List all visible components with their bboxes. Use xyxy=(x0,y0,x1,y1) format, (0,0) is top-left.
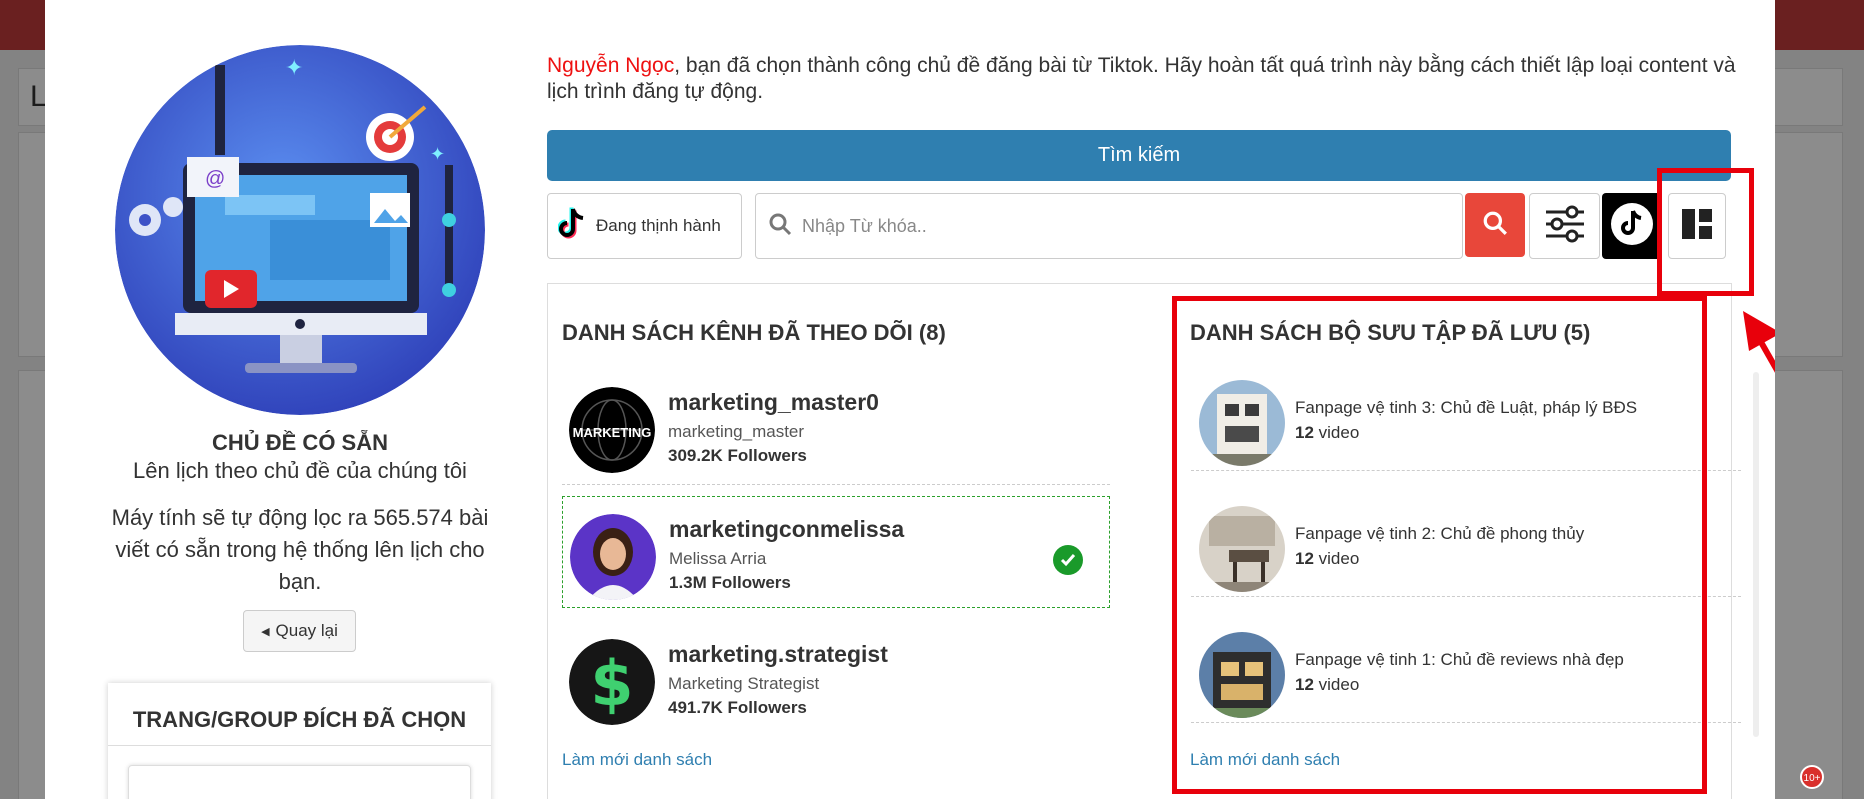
channel-handle: marketing_master xyxy=(668,422,805,441)
channel-followers: 491.7K Followers xyxy=(668,698,807,717)
channel-divider xyxy=(562,484,1110,485)
check-icon xyxy=(1053,545,1083,575)
channel-name: marketing.strategist xyxy=(668,641,888,667)
svg-text:✦: ✦ xyxy=(430,144,445,165)
tiktok-icon xyxy=(557,207,588,246)
channel-item-selected[interactable]: marketingconmelissa Melissa Arria 1.3M F… xyxy=(562,496,1110,608)
keyword-field[interactable] xyxy=(755,193,1463,259)
topic-modal: @ ✦ ✦ CHỦ ĐỀ CÓ SẴN Lên lịch theo chủ đề… xyxy=(45,0,1775,799)
tiktok-source-button[interactable] xyxy=(1602,193,1662,259)
trending-button-label: Đang thịnh hành xyxy=(596,216,721,235)
channel-avatar: $ xyxy=(569,639,655,725)
topic-subtitle: Lên lịch theo chủ đề của chúng tôi xyxy=(133,458,467,483)
topic-illustration: @ ✦ ✦ xyxy=(115,45,485,415)
channel-handle: Melissa Arria xyxy=(669,549,767,568)
intro-message: Nguyễn Ngọc, bạn đã chọn thành công chủ … xyxy=(547,53,1747,105)
channel-avatar-text: MARKETING xyxy=(573,425,652,440)
channel-item[interactable]: MARKETING marketing_master0 marketing_ma… xyxy=(562,370,1110,482)
sliders-icon xyxy=(1544,204,1586,249)
channel-item[interactable]: $ marketing.strategist Marketing Strateg… xyxy=(562,622,1110,734)
selected-targets-title: TRANG/GROUP ĐÍCH ĐÃ CHỌN xyxy=(132,707,467,732)
svg-text:✦: ✦ xyxy=(285,56,303,81)
back-button-label: Quay lại xyxy=(275,621,338,640)
layout-button-highlight-box xyxy=(1657,168,1754,296)
collections-highlight-box xyxy=(1172,296,1707,794)
channel-avatar-text: $ xyxy=(590,647,633,720)
topic-description: Máy tính sẽ tự động lọc ra 565.574 bài v… xyxy=(111,505,489,594)
selected-targets-card: TRANG/GROUP ĐÍCH ĐÃ CHỌN xyxy=(108,683,491,799)
channel-avatar xyxy=(570,514,656,600)
intro-text: , bạn đã chọn thành công chủ đề đăng bài… xyxy=(547,54,1736,103)
channel-avatar: MARKETING xyxy=(569,387,655,473)
channel-name: marketingconmelissa xyxy=(669,516,905,542)
followed-channels-title: DANH SÁCH KÊNH ĐÃ THEO DÕI (8) xyxy=(562,320,946,345)
search-header-bar[interactable]: Tìm kiếm xyxy=(547,130,1731,181)
tiktok-logo-icon xyxy=(1610,202,1654,251)
selected-targets-divider xyxy=(108,745,491,746)
channel-followers: 1.3M Followers xyxy=(669,573,791,592)
pointer-arrow-icon xyxy=(1743,311,1775,373)
search-icon xyxy=(768,212,792,241)
channel-name: marketing_master0 xyxy=(668,389,879,415)
channel-handle: Marketing Strategist xyxy=(668,674,820,693)
notification-badge[interactable]: 10+ xyxy=(1800,765,1824,789)
caret-left-icon: ◀ xyxy=(261,625,270,638)
filter-button[interactable] xyxy=(1529,193,1600,259)
refresh-channels-link[interactable]: Làm mới danh sách xyxy=(562,750,712,770)
back-button[interactable]: ◀ Quay lại xyxy=(243,610,356,652)
svg-text:@: @ xyxy=(205,168,225,190)
search-icon xyxy=(1482,210,1508,241)
topic-title: CHỦ ĐỀ CÓ SẴN xyxy=(211,430,388,455)
user-name[interactable]: Nguyễn Ngọc xyxy=(547,54,674,77)
keyword-input[interactable] xyxy=(802,215,1422,237)
channel-followers: 309.2K Followers xyxy=(668,446,807,465)
search-button[interactable] xyxy=(1465,193,1525,257)
selected-target-item[interactable] xyxy=(128,765,471,799)
trending-button[interactable]: Đang thịnh hành xyxy=(547,193,742,259)
